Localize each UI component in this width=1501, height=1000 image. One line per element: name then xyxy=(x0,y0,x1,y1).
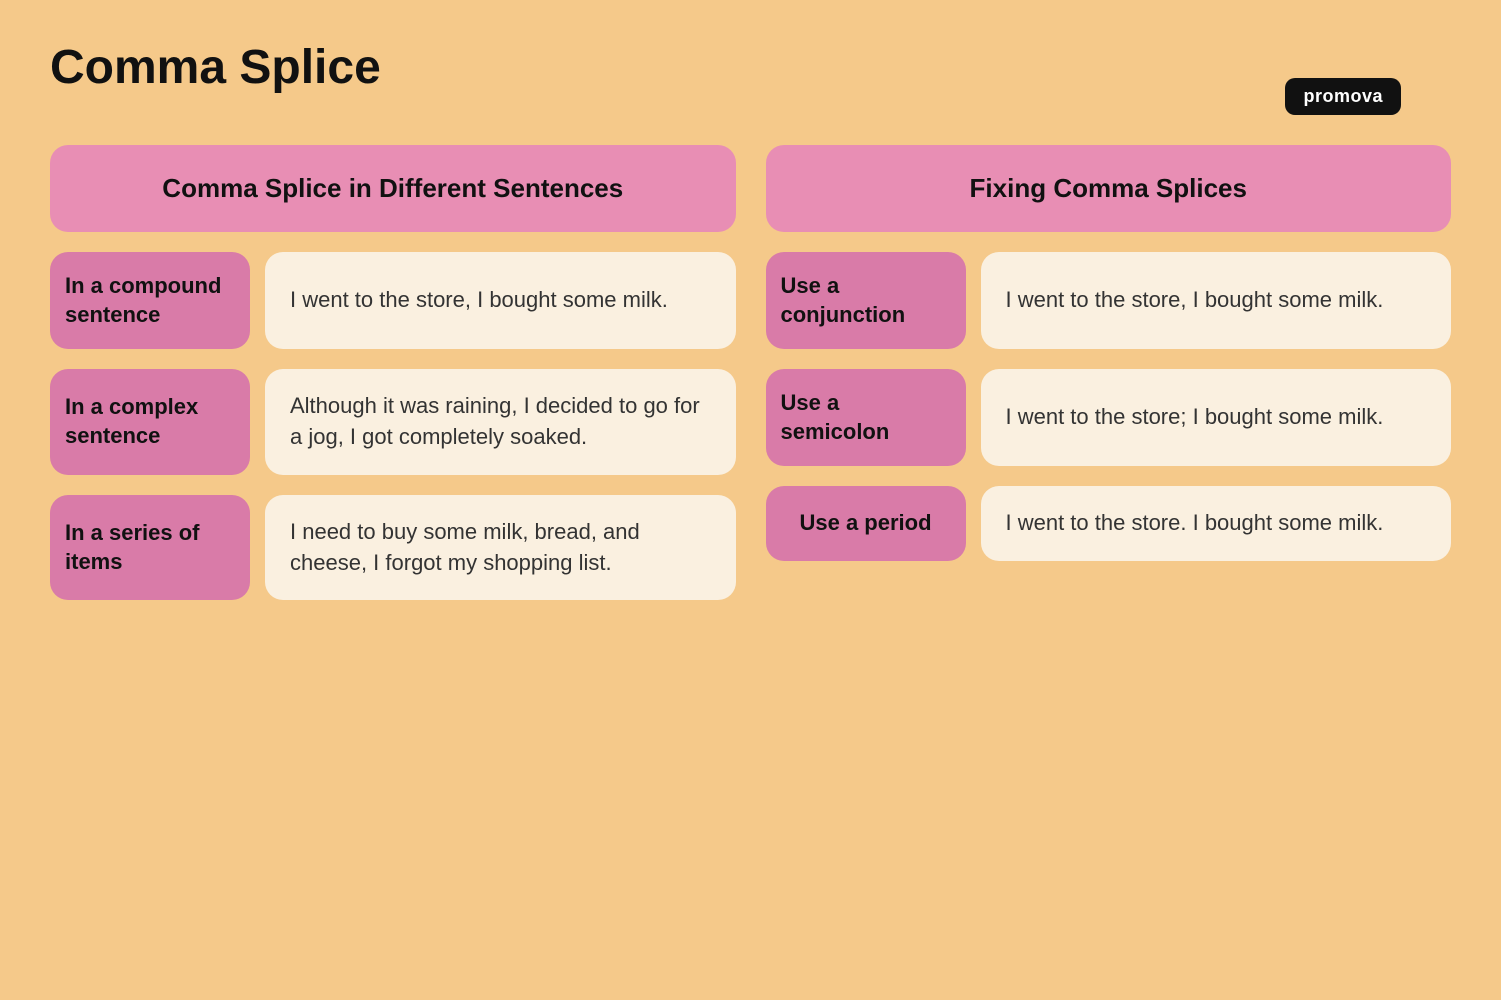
left-row-1: In a compound sentence I went to the sto… xyxy=(50,252,736,349)
logo-badge: promova xyxy=(1285,78,1401,115)
right-content-3: I went to the store. I bought some milk. xyxy=(981,486,1452,561)
right-column-header: Fixing Comma Splices xyxy=(766,145,1452,232)
left-column-header: Comma Splice in Different Sentences xyxy=(50,145,736,232)
main-grid: Comma Splice in Different Sentences In a… xyxy=(50,145,1451,620)
right-label-3: Use a period xyxy=(766,486,966,561)
left-row-2: In a complex sentence Although it was ra… xyxy=(50,369,736,475)
left-content-2: Although it was raining, I decided to go… xyxy=(265,369,736,475)
right-column: Fixing Comma Splices Use a conjunction I… xyxy=(766,145,1452,620)
left-column: Comma Splice in Different Sentences In a… xyxy=(50,145,736,620)
right-label-1: Use a conjunction xyxy=(766,252,966,349)
right-row-3: Use a period I went to the store. I boug… xyxy=(766,486,1452,561)
right-label-2: Use a semicolon xyxy=(766,369,966,466)
right-content-1: I went to the store, I bought some milk. xyxy=(981,252,1452,349)
left-label-2: In a complex sentence xyxy=(50,369,250,475)
left-label-3: In a series of items xyxy=(50,495,250,601)
right-content-2: I went to the store; I bought some milk. xyxy=(981,369,1452,466)
left-content-1: I went to the store, I bought some milk. xyxy=(265,252,736,349)
left-row-3: In a series of items I need to buy some … xyxy=(50,495,736,601)
right-row-1: Use a conjunction I went to the store, I… xyxy=(766,252,1452,349)
right-row-2: Use a semicolon I went to the store; I b… xyxy=(766,369,1452,466)
page-title: Comma Splice xyxy=(50,40,1451,95)
left-content-3: I need to buy some milk, bread, and chee… xyxy=(265,495,736,601)
left-label-1: In a compound sentence xyxy=(50,252,250,349)
